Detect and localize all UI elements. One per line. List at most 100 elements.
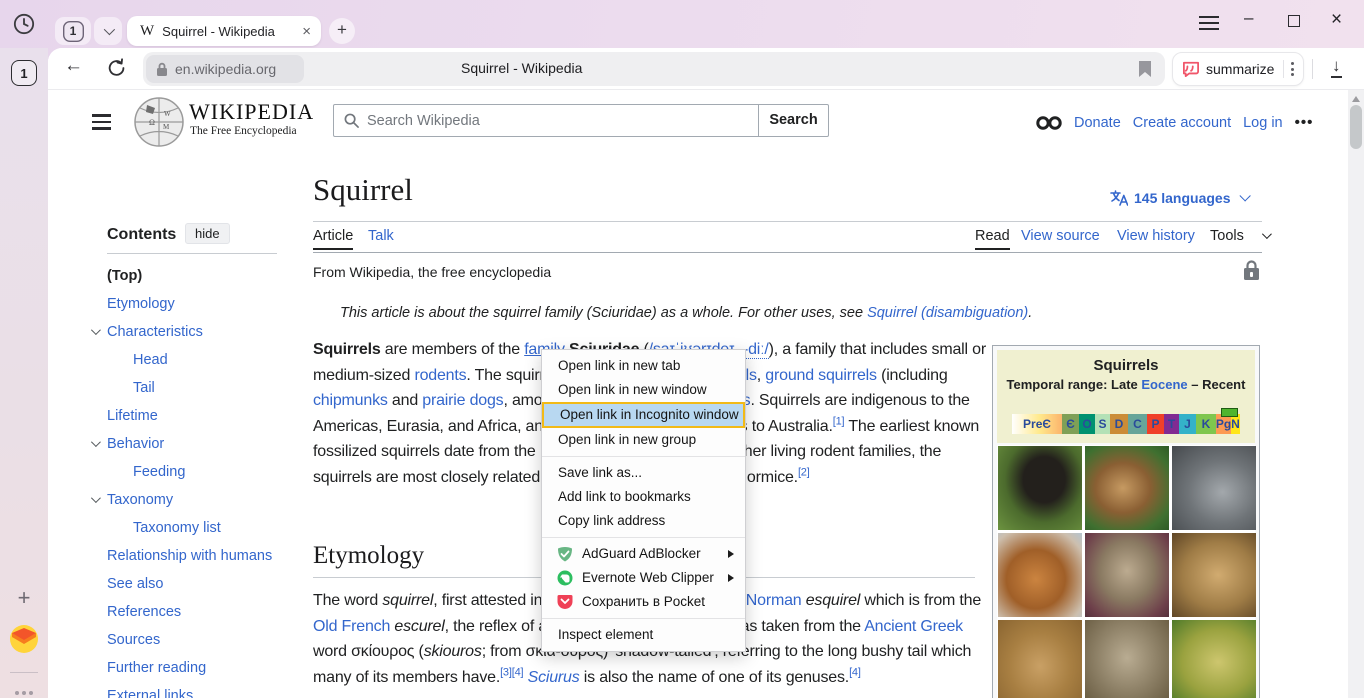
wikipedia-globe-logo[interactable]: Ω W M	[133, 95, 185, 149]
toc-hide-button[interactable]: hide	[185, 223, 230, 244]
toc-divider	[107, 253, 277, 254]
timescale-triassic[interactable]: T	[1164, 414, 1179, 434]
wiki-main-menu-icon[interactable]	[92, 110, 111, 134]
wikipedia-wordmark[interactable]: WIKIPEDIA	[189, 99, 314, 125]
toc-item-lifetime[interactable]: Lifetime	[91, 402, 306, 430]
toc-item-taxonomy-list[interactable]: Taxonomy list	[91, 514, 306, 542]
toc-item-taxonomy[interactable]: Taxonomy	[91, 486, 306, 514]
yandex-mail-icon[interactable]	[9, 624, 39, 654]
toc-item-etymology[interactable]: Etymology	[91, 290, 306, 318]
menu-save-link-as[interactable]: Save link as...	[542, 461, 745, 485]
search-input[interactable]: Search Wikipedia	[333, 104, 759, 137]
menu-open-new-window[interactable]: Open link in new window	[542, 378, 745, 402]
toc-item-top[interactable]: (Top)	[91, 262, 306, 290]
languages-button[interactable]: 145 languages	[1110, 190, 1247, 206]
donate-link[interactable]: Donate	[1074, 115, 1121, 131]
chevron-down-icon	[104, 24, 115, 35]
scrollbar-up-arrow-icon[interactable]	[1352, 96, 1360, 102]
new-tab-button[interactable]: +	[329, 18, 355, 44]
timescale-ordovician[interactable]: O	[1079, 414, 1095, 434]
site-identity-chip[interactable]: en.wikipedia.org	[146, 55, 304, 83]
timescale-precambrian[interactable]: PreЄ	[1012, 414, 1062, 434]
toc-item-head[interactable]: Head	[91, 346, 306, 374]
sidebar-add-button[interactable]: +	[11, 586, 37, 612]
toc-item-references[interactable]: References	[91, 598, 306, 626]
timescale-jurassic[interactable]: J	[1179, 414, 1196, 434]
timescale-neogene[interactable]: N	[1231, 414, 1240, 434]
toc-item-relationship[interactable]: Relationship with humans	[91, 542, 306, 570]
summarize-kebab-icon[interactable]	[1291, 60, 1294, 79]
menu-open-new-tab[interactable]: Open link in new tab	[542, 354, 745, 378]
https-lock-icon	[156, 62, 168, 77]
downloads-button[interactable]: ↓	[1331, 56, 1342, 78]
tab-group-badge[interactable]: 1	[55, 17, 91, 45]
view-history[interactable]: View history	[1117, 228, 1195, 244]
bookmark-icon[interactable]	[1138, 60, 1152, 78]
browser-tab[interactable]: W Squirrel - Wikipedia ×	[127, 16, 321, 46]
window-close-button[interactable]: ×	[1331, 9, 1342, 31]
summarize-button[interactable]: summarize	[1172, 52, 1304, 86]
scrollbar-thumb[interactable]	[1350, 105, 1362, 149]
url-domain: en.wikipedia.org	[175, 61, 276, 77]
toc-item-external-links[interactable]: External links	[91, 682, 306, 698]
toc-item-sources[interactable]: Sources	[91, 626, 306, 654]
interlinked-circles-icon[interactable]	[1036, 116, 1062, 130]
menu-add-bookmark[interactable]: Add link to bookmarks	[542, 485, 745, 509]
squirrel-photo	[1172, 533, 1256, 617]
chevron-down-icon[interactable]	[91, 437, 101, 447]
history-clock-icon[interactable]	[13, 13, 35, 35]
menu-open-new-group[interactable]: Open link in new group	[542, 428, 745, 452]
browser-window: 1 W Squirrel - Wikipedia × + – × 1 + ←	[0, 0, 1364, 698]
sidebar-tab-counter[interactable]: 1	[11, 60, 37, 86]
context-menu: Open link in new tab Open link in new wi…	[541, 349, 746, 652]
chevron-down-icon[interactable]	[91, 325, 101, 335]
timescale-cambrian[interactable]: Є	[1062, 414, 1079, 434]
page-scrollbar[interactable]	[1348, 90, 1364, 698]
squirrel-photo	[1172, 446, 1256, 530]
toc-item-behavior[interactable]: Behavior	[91, 430, 306, 458]
toc-item-characteristics[interactable]: Characteristics	[91, 318, 306, 346]
tab-article[interactable]: Article	[313, 228, 353, 250]
browser-menu-icon[interactable]	[1199, 12, 1219, 34]
tab-close-icon[interactable]: ×	[302, 23, 311, 40]
menu-evernote[interactable]: Evernote Web Clipper	[542, 566, 745, 590]
timescale-carboniferous[interactable]: C	[1128, 414, 1147, 434]
minimize-button[interactable]: –	[1244, 8, 1253, 28]
address-bar[interactable]: en.wikipedia.org Squirrel - Wikipedia	[143, 52, 1165, 86]
maximize-button[interactable]	[1288, 15, 1300, 27]
view-read[interactable]: Read	[975, 228, 1010, 250]
search-button[interactable]: Search	[759, 104, 829, 137]
login-link[interactable]: Log in	[1243, 115, 1283, 131]
toc-item-feeding[interactable]: Feeding	[91, 458, 306, 486]
geologic-timescale: PreЄ Є O S D C P T J K Pg N	[1012, 414, 1240, 434]
create-account-link[interactable]: Create account	[1133, 115, 1231, 131]
timescale-permian[interactable]: P	[1147, 414, 1164, 434]
menu-separator	[542, 456, 745, 457]
sidebar-more-icon[interactable]	[11, 682, 37, 698]
chevron-down-icon[interactable]	[91, 493, 101, 503]
tab-group-count: 1	[63, 21, 84, 42]
menu-adguard[interactable]: AdGuard AdBlocker	[542, 542, 745, 566]
timescale-silurian[interactable]: S	[1095, 414, 1110, 434]
tab-group-expand-button[interactable]	[94, 17, 122, 45]
back-button[interactable]: ←	[64, 55, 83, 77]
menu-open-incognito[interactable]: Open link in Incognito window	[542, 402, 745, 428]
eocene-link[interactable]: Eocene	[1141, 377, 1187, 392]
toc-item-further-reading[interactable]: Further reading	[91, 654, 306, 682]
toc-item-see-also[interactable]: See also	[91, 570, 306, 598]
menu-inspect-element[interactable]: Inspect element	[542, 623, 745, 647]
quote-icon	[1182, 61, 1200, 77]
menu-copy-link-address[interactable]: Copy link address	[542, 509, 745, 533]
timescale-paleogene[interactable]: Pg	[1216, 414, 1231, 434]
timescale-cretaceous[interactable]: K	[1196, 414, 1216, 434]
reload-button[interactable]	[106, 57, 128, 79]
view-source[interactable]: View source	[1021, 228, 1100, 244]
tools-menu[interactable]: Tools	[1210, 228, 1244, 244]
menu-save-to-pocket[interactable]: Сохранить в Pocket	[542, 590, 745, 614]
timescale-devonian[interactable]: D	[1110, 414, 1128, 434]
page-protection-lock-icon[interactable]	[1243, 260, 1260, 281]
tab-talk[interactable]: Talk	[368, 228, 394, 244]
user-menu-dots-icon[interactable]: •••	[1295, 114, 1314, 131]
toc-item-tail[interactable]: Tail	[91, 374, 306, 402]
squirrel-photo	[998, 533, 1082, 617]
